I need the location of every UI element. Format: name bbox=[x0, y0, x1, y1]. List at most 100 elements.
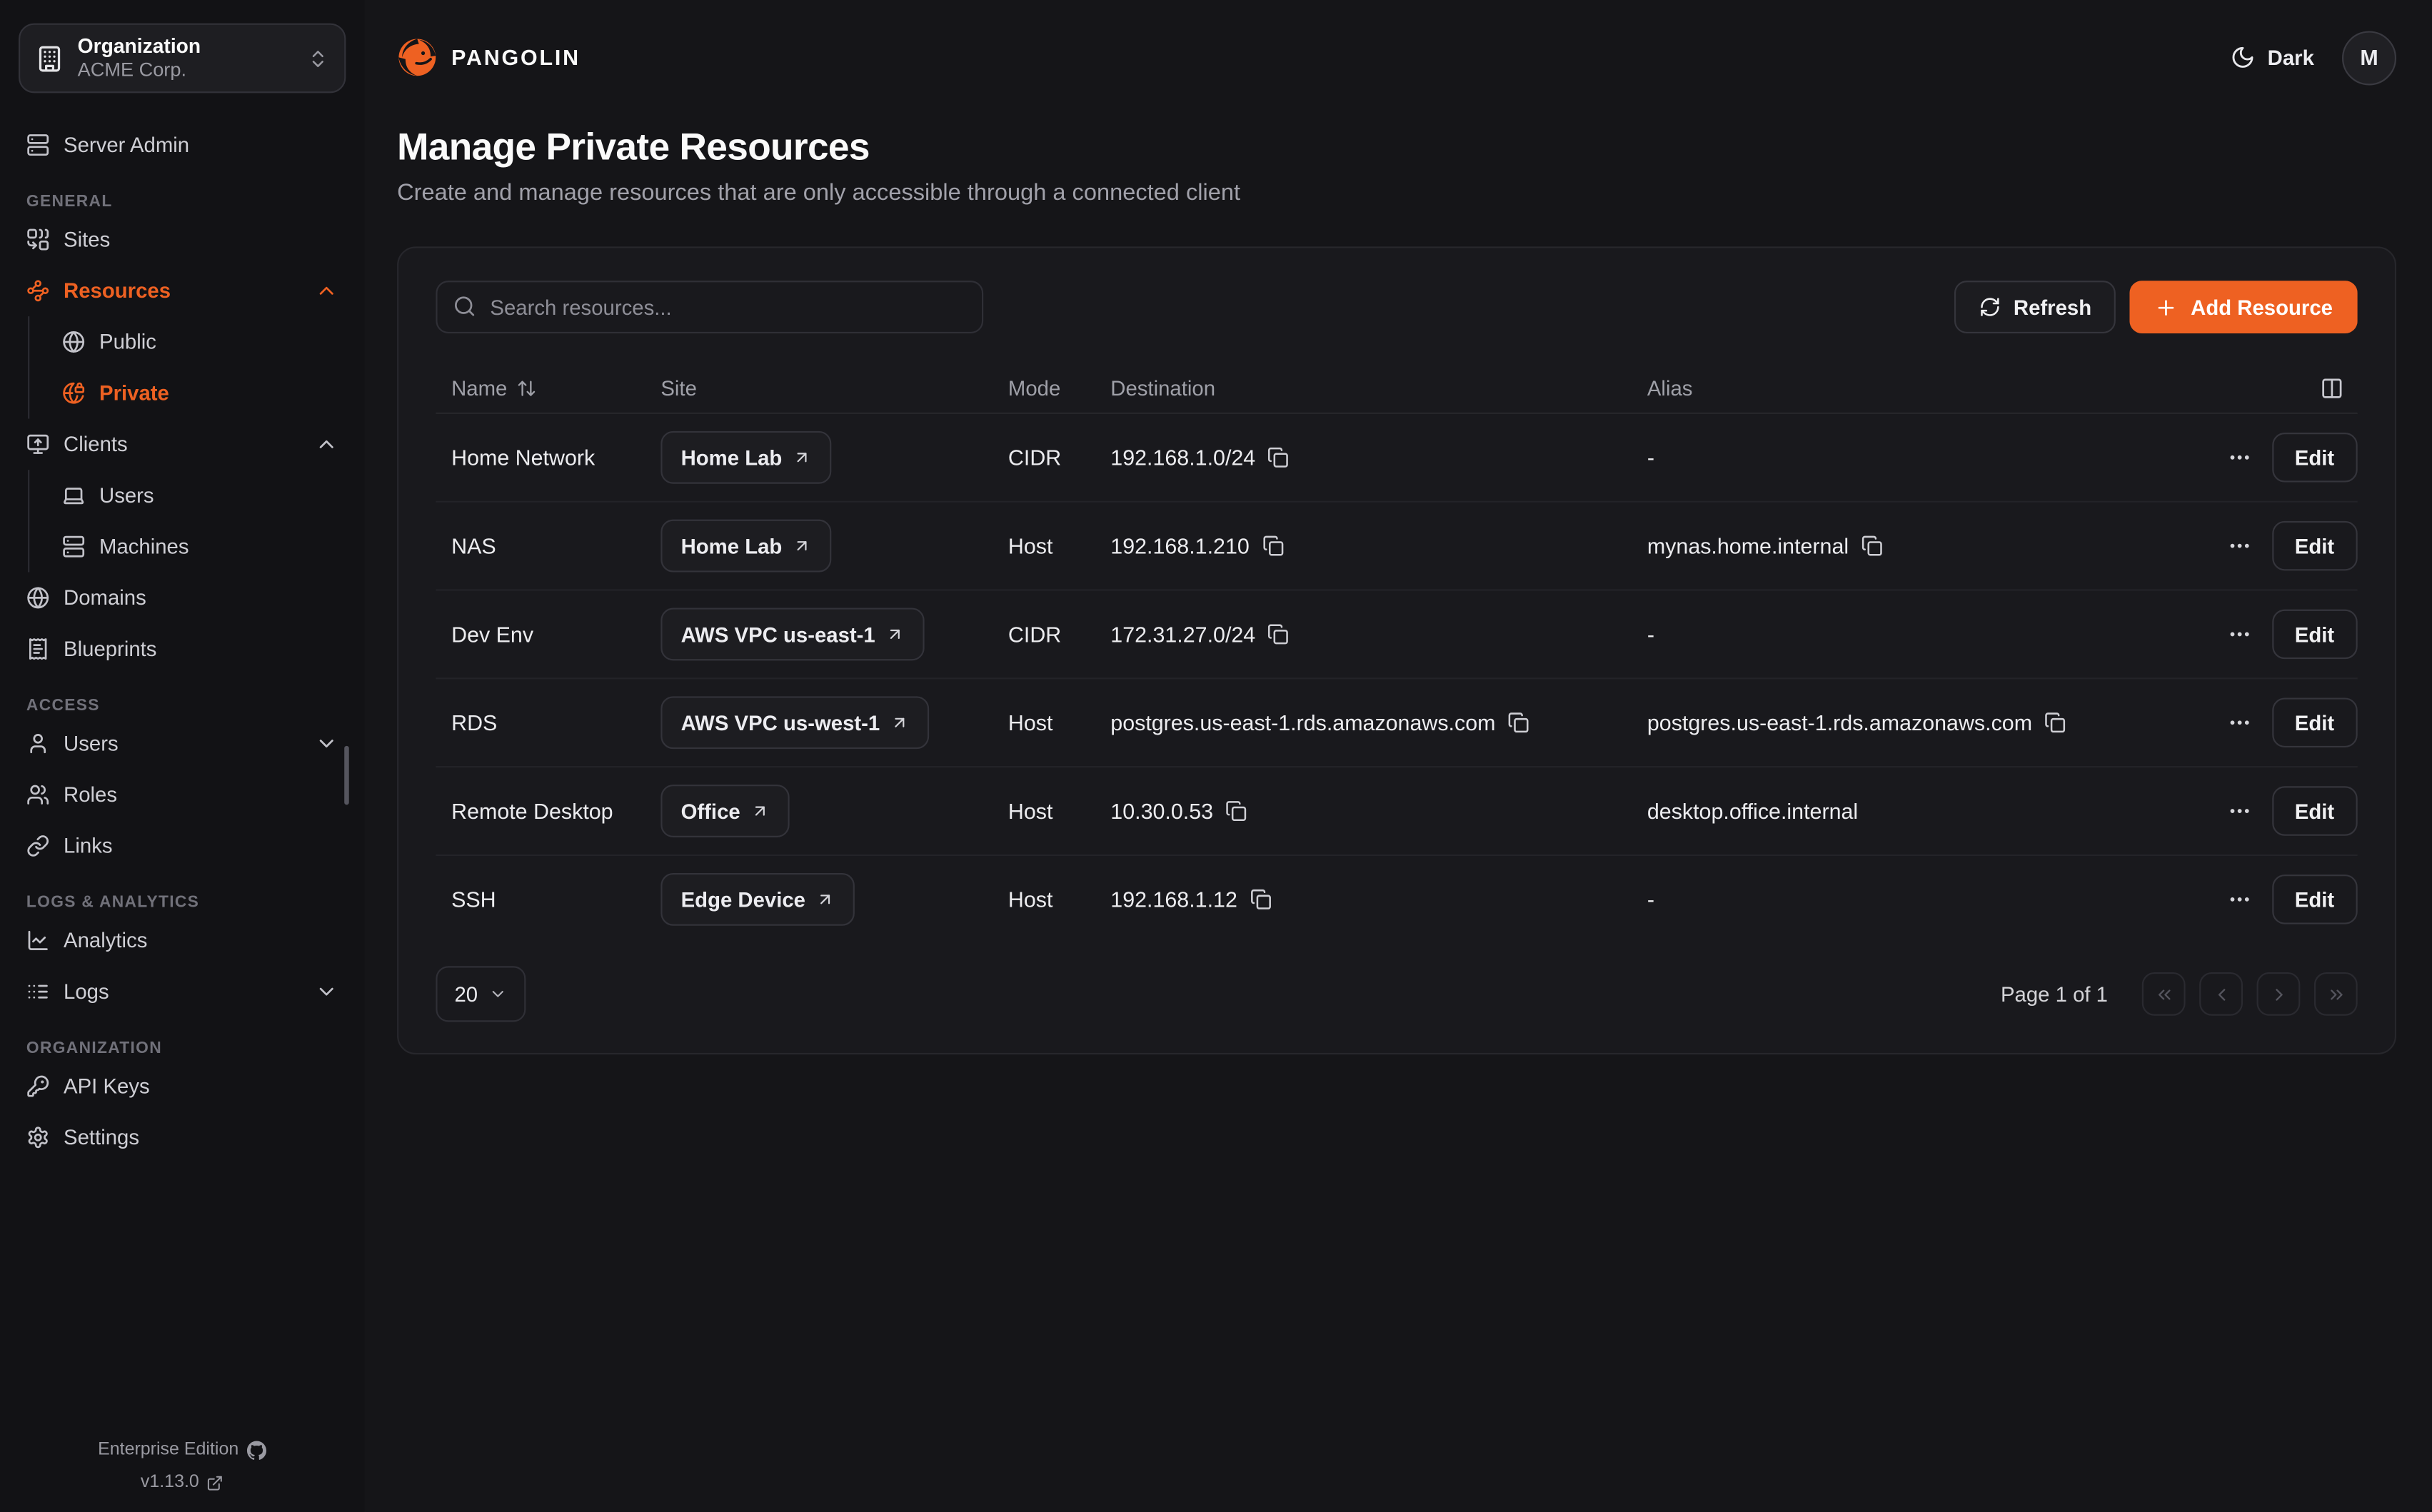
sidebar-item-logs[interactable]: Logs bbox=[0, 966, 364, 1017]
next-page-button[interactable] bbox=[2257, 972, 2301, 1016]
sidebar-item-api-keys[interactable]: API Keys bbox=[0, 1061, 364, 1112]
topbar: PANGOLIN Dark M bbox=[397, 0, 2396, 115]
site-link[interactable]: AWS VPC us-west-1 bbox=[660, 696, 929, 749]
edit-button[interactable]: Edit bbox=[2271, 875, 2358, 924]
page-size-select[interactable]: 20 bbox=[436, 966, 526, 1022]
chart-line-icon bbox=[26, 929, 50, 952]
sidebar-item-public[interactable]: Public bbox=[29, 316, 364, 368]
page-size-value: 20 bbox=[454, 982, 478, 1006]
destination-value: 172.31.27.0/24 bbox=[1110, 622, 1255, 647]
version-row[interactable]: v1.13.0 bbox=[0, 1467, 364, 1500]
sidebar-item-resources[interactable]: Resources bbox=[0, 265, 364, 316]
row-menu-icon[interactable] bbox=[2226, 533, 2251, 558]
brand-name: PANGOLIN bbox=[451, 45, 581, 70]
sidebar-item-analytics[interactable]: Analytics bbox=[0, 915, 364, 967]
edit-button[interactable]: Edit bbox=[2271, 521, 2358, 571]
chevron-left-icon bbox=[2211, 984, 2231, 1004]
destination-value: postgres.us-east-1.rds.amazonaws.com bbox=[1110, 710, 1495, 735]
copy-icon[interactable] bbox=[2044, 712, 2066, 733]
column-label: Name bbox=[451, 377, 507, 400]
org-selector[interactable]: Organization ACME Corp. bbox=[19, 24, 346, 94]
clients-subnav: Users Machines bbox=[28, 470, 364, 572]
theme-toggle[interactable]: Dark bbox=[2231, 45, 2314, 70]
copy-icon[interactable] bbox=[1861, 535, 1883, 556]
mode-cell: CIDR bbox=[1008, 445, 1110, 470]
copy-icon[interactable] bbox=[1508, 712, 1529, 733]
building-icon bbox=[36, 44, 64, 72]
row-menu-icon[interactable] bbox=[2226, 710, 2251, 735]
edit-button[interactable]: Edit bbox=[2271, 697, 2358, 747]
edition-label: Enterprise Edition bbox=[98, 1434, 238, 1467]
refresh-button[interactable]: Refresh bbox=[1954, 281, 2116, 333]
destination-cell: 192.168.1.0/24 bbox=[1110, 445, 1647, 470]
columns-toggle-icon[interactable] bbox=[2321, 377, 2344, 400]
sidebar-item-domains[interactable]: Domains bbox=[0, 573, 364, 624]
row-menu-icon[interactable] bbox=[2226, 799, 2251, 824]
sidebar-item-server-admin[interactable]: Server Admin bbox=[0, 119, 364, 171]
edit-button[interactable]: Edit bbox=[2271, 433, 2358, 483]
sidebar-item-blueprints[interactable]: Blueprints bbox=[0, 623, 364, 675]
table-row: Home Network Home Lab CIDR 192.168.1.0/2… bbox=[436, 414, 2357, 503]
chevron-up-icon bbox=[315, 433, 338, 456]
sidebar-item-machines[interactable]: Machines bbox=[29, 521, 364, 573]
first-page-button[interactable] bbox=[2142, 972, 2186, 1016]
column-header-alias: Alias bbox=[1647, 377, 2218, 400]
site-link[interactable]: Office bbox=[660, 785, 790, 837]
chevrons-up-down-icon bbox=[307, 47, 328, 69]
site-cell: Home Lab bbox=[660, 520, 1008, 573]
column-header-site: Site bbox=[660, 377, 1008, 400]
section-label-access: ACCESS bbox=[0, 696, 364, 715]
alias-value: postgres.us-east-1.rds.amazonaws.com bbox=[1647, 710, 2032, 735]
site-link[interactable]: Edge Device bbox=[660, 873, 855, 926]
site-cell: Office bbox=[660, 785, 1008, 837]
arrow-up-right-icon bbox=[886, 625, 905, 643]
pangolin-logo-icon bbox=[397, 37, 437, 77]
site-link[interactable]: Home Lab bbox=[660, 431, 832, 484]
pagination: 20 Page 1 of 1 bbox=[436, 966, 2357, 1022]
row-menu-icon[interactable] bbox=[2226, 622, 2251, 647]
edit-button[interactable]: Edit bbox=[2271, 786, 2358, 836]
mode-cell: Host bbox=[1008, 799, 1110, 824]
copy-icon[interactable] bbox=[1250, 889, 1271, 910]
sidebar-item-label: Machines bbox=[99, 535, 189, 558]
sidebar-item-roles[interactable]: Roles bbox=[0, 769, 364, 820]
copy-icon[interactable] bbox=[1268, 447, 1290, 468]
copy-icon[interactable] bbox=[1268, 623, 1290, 645]
row-menu-icon[interactable] bbox=[2226, 445, 2251, 470]
mode-cell: Host bbox=[1008, 710, 1110, 735]
plus-icon bbox=[2155, 296, 2179, 319]
table-header: Name Site Mode Destination Alias bbox=[436, 364, 2357, 414]
sidebar-item-settings[interactable]: Settings bbox=[0, 1112, 364, 1163]
edit-button[interactable]: Edit bbox=[2271, 610, 2358, 660]
sidebar-item-private[interactable]: Private bbox=[29, 368, 364, 419]
sidebar-item-label: Sites bbox=[64, 228, 110, 251]
alias-cell: - bbox=[1647, 445, 2218, 470]
sidebar-item-clients[interactable]: Clients bbox=[0, 418, 364, 470]
column-header-mode: Mode bbox=[1008, 377, 1110, 400]
add-resource-button[interactable]: Add Resource bbox=[2130, 281, 2357, 333]
sidebar-item-users[interactable]: Users bbox=[0, 718, 364, 770]
chevron-down-icon bbox=[488, 984, 507, 1003]
section-label-general: GENERAL bbox=[0, 192, 364, 211]
sidebar-item-sites[interactable]: Sites bbox=[0, 214, 364, 266]
sidebar-item-links[interactable]: Links bbox=[0, 820, 364, 872]
edition-row[interactable]: Enterprise Edition bbox=[0, 1434, 364, 1467]
last-page-button[interactable] bbox=[2314, 972, 2358, 1016]
users-icon bbox=[26, 783, 50, 807]
search-input[interactable] bbox=[436, 281, 983, 333]
sidebar-scrollbar-thumb[interactable] bbox=[344, 746, 349, 805]
column-label: Site bbox=[660, 377, 697, 400]
avatar[interactable]: M bbox=[2342, 30, 2396, 84]
copy-icon[interactable] bbox=[1262, 535, 1283, 556]
destination-cell: 192.168.1.210 bbox=[1110, 533, 1647, 558]
moon-icon bbox=[2231, 45, 2256, 70]
site-link[interactable]: AWS VPC us-east-1 bbox=[660, 608, 925, 660]
sort-icon bbox=[516, 378, 536, 398]
row-menu-icon[interactable] bbox=[2226, 887, 2251, 912]
org-selector-value: ACME Corp. bbox=[78, 59, 293, 83]
prev-page-button[interactable] bbox=[2199, 972, 2243, 1016]
sidebar-item-client-users[interactable]: Users bbox=[29, 470, 364, 521]
site-link[interactable]: Home Lab bbox=[660, 520, 832, 573]
column-header-name[interactable]: Name bbox=[436, 377, 660, 400]
copy-icon[interactable] bbox=[1225, 800, 1247, 822]
